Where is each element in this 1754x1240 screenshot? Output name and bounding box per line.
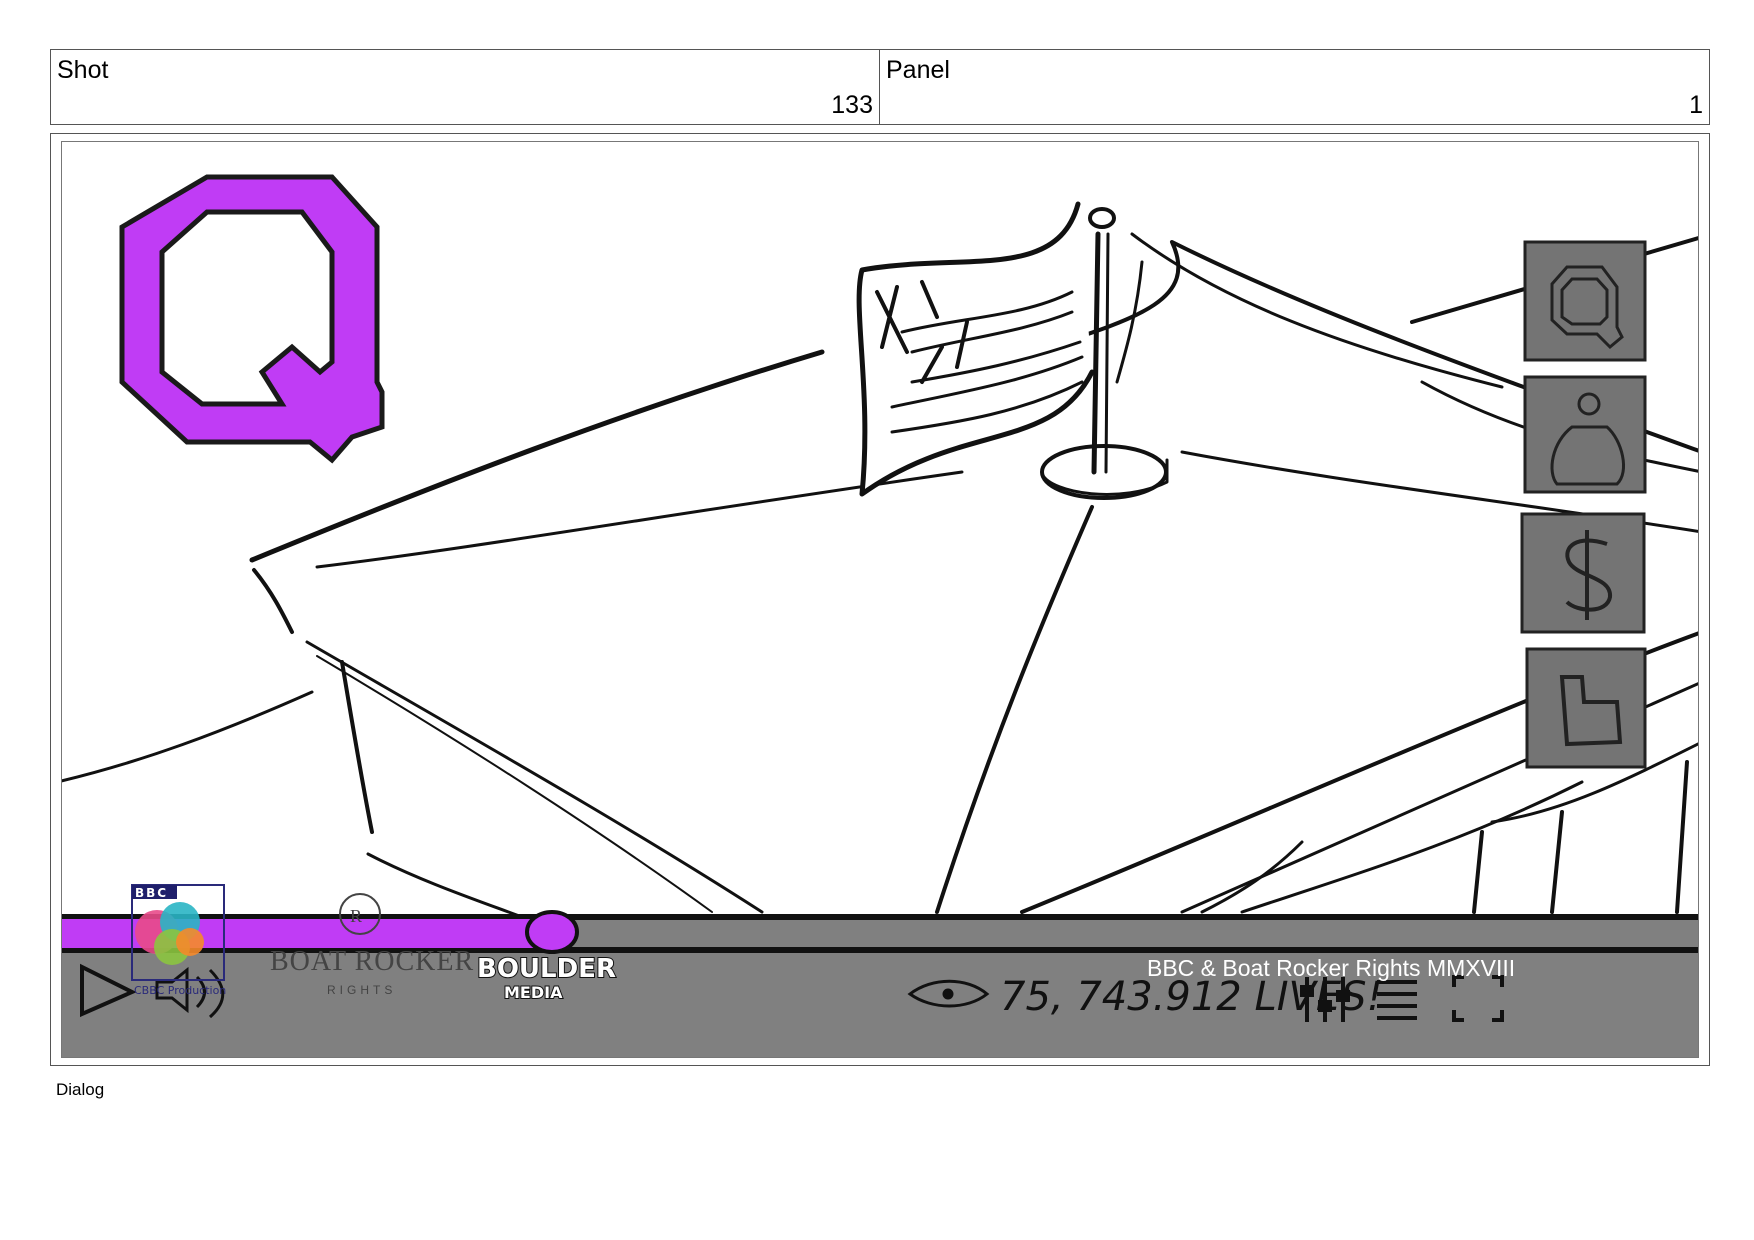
cbbc-production-text: CBBC Production <box>134 984 226 997</box>
boat-rocker-sub-text: RIGHTS <box>327 983 396 997</box>
svg-text:R: R <box>350 906 362 926</box>
dialog-label: Dialog <box>56 1080 105 1099</box>
side-button-q[interactable] <box>1523 240 1647 362</box>
side-button-thumbs-up[interactable] <box>1525 647 1647 769</box>
panel-label: Panel <box>886 56 950 84</box>
panel-header: Panel 1 <box>879 49 1710 125</box>
progress-thumb[interactable] <box>525 910 579 954</box>
shot-label: Shot <box>57 56 109 84</box>
boulder-text: BOULDER <box>477 954 616 984</box>
side-button-dollar[interactable] <box>1520 512 1646 634</box>
storyboard-image: 75, 743.912 LIVES! BBC & Boat Rocker Rig… <box>61 141 1699 1058</box>
media-text: MEDIA <box>504 983 563 1002</box>
bbc-text: BBC <box>135 886 168 900</box>
player-bar: 75, 743.912 LIVES! BBC & Boat Rocker Rig… <box>62 910 1698 1057</box>
copyright-text: BBC & Boat Rocker Rights MMXVIII <box>1147 955 1515 981</box>
boat-rocker-text: BOAT ROCKER <box>270 946 474 977</box>
shot-header: Shot 133 <box>50 49 880 125</box>
sketch-scene: 75, 743.912 LIVES! BBC & Boat Rocker Rig… <box>62 174 1698 1057</box>
shot-number: 133 <box>831 91 873 119</box>
big-q-letter <box>119 174 385 464</box>
equalizer-icon[interactable] <box>1300 977 1350 1022</box>
side-button-person[interactable] <box>1523 375 1647 494</box>
panel-number: 1 <box>1689 91 1703 119</box>
